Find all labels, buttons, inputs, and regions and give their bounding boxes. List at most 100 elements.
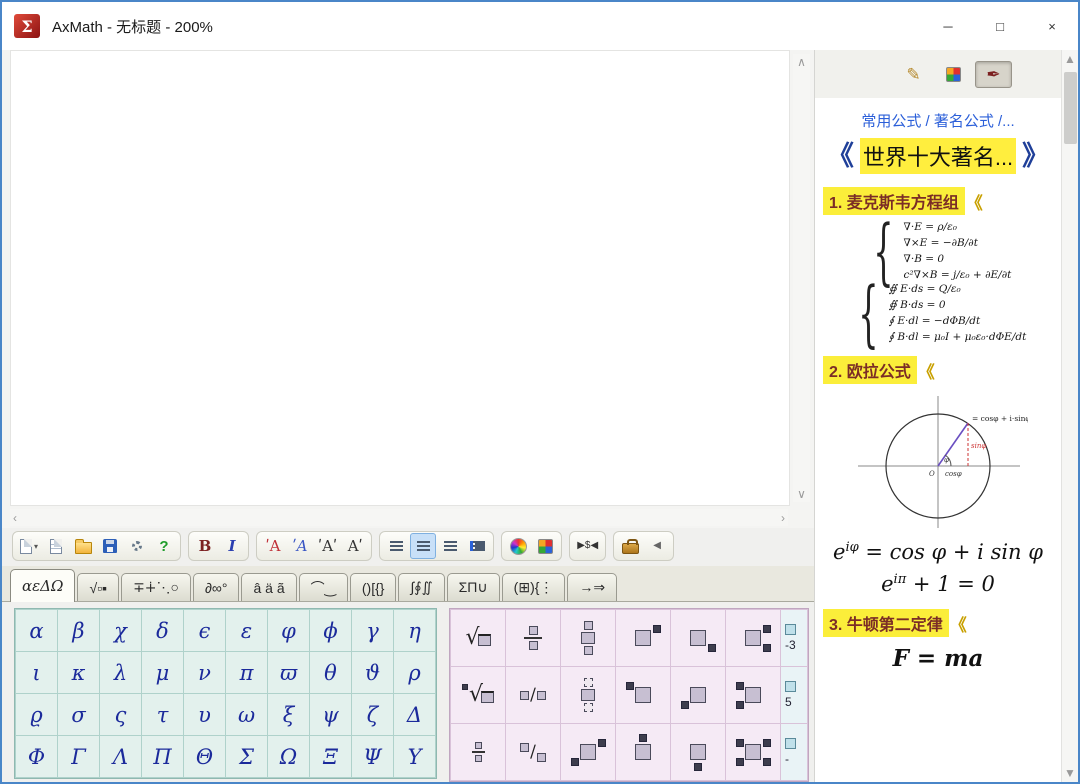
template-superscript[interactable] — [616, 610, 670, 666]
template-partial-1[interactable]: 5 — [781, 667, 807, 723]
greek-symbol-Φ[interactable]: Φ — [16, 736, 57, 777]
greek-symbol-κ[interactable]: κ — [58, 652, 99, 693]
template-fraction[interactable] — [506, 610, 560, 666]
greek-symbol-ς[interactable]: ς — [100, 694, 141, 735]
greek-symbol-Ξ[interactable]: Ξ — [310, 736, 351, 777]
panel-scroll-down-icon[interactable]: ▼ — [1064, 767, 1076, 779]
greek-symbol-Γ[interactable]: Γ — [58, 736, 99, 777]
greek-symbol-ϖ[interactable]: ϖ — [268, 652, 309, 693]
tab-fractions-roots[interactable]: √▫▪ — [77, 573, 120, 601]
open-button[interactable] — [70, 533, 96, 559]
greek-symbol-δ[interactable]: δ — [142, 610, 183, 651]
template-small-fraction[interactable] — [451, 724, 505, 780]
greek-symbol-ϑ[interactable]: ϑ — [352, 652, 393, 693]
tab-brackets[interactable]: ()[{} — [349, 573, 397, 601]
canvas-horizontal-scrollbar[interactable]: ‹ › — [10, 509, 788, 526]
greek-symbol-Θ[interactable]: Θ — [184, 736, 225, 777]
greek-symbol-υ[interactable]: υ — [184, 694, 225, 735]
greek-symbol-Λ[interactable]: Λ — [100, 736, 141, 777]
fit-width-button[interactable]: ▶$◀ — [573, 533, 602, 559]
tab-decorations[interactable]: ⌒‿ — [298, 573, 348, 601]
tab-greek[interactable]: αεΔΩ — [10, 569, 76, 602]
prev-category-button[interactable]: 《 — [827, 142, 854, 170]
align-right-button[interactable] — [437, 533, 463, 559]
greek-symbol-γ[interactable]: γ — [352, 610, 393, 651]
font-style-red-button[interactable]: ʹA — [260, 533, 286, 559]
breadcrumb[interactable]: 常用公式 / 著名公式 /... — [815, 110, 1061, 131]
greek-symbol-β[interactable]: β — [58, 610, 99, 651]
template-over-under[interactable] — [561, 610, 615, 666]
panel-scrollbar[interactable]: ▲ ▼ — [1061, 50, 1078, 782]
toolbox-button[interactable] — [617, 533, 643, 559]
new-from-template-button[interactable]: ▾ — [16, 533, 42, 559]
greek-symbol-τ[interactable]: τ — [142, 694, 183, 735]
greek-symbol-ξ[interactable]: ξ — [268, 694, 309, 735]
minimize-button[interactable]: ─ — [922, 2, 974, 50]
new-document-button[interactable] — [43, 533, 69, 559]
help-button[interactable]: ? — [151, 533, 177, 559]
template-underscript[interactable] — [671, 724, 725, 780]
tab-operators[interactable]: ∓∔⋱○ — [121, 573, 191, 601]
maximize-button[interactable]: □ — [974, 2, 1026, 50]
color-palette-button[interactable] — [532, 533, 558, 559]
close-button[interactable]: × — [1026, 2, 1078, 50]
scroll-up-icon[interactable]: ∧ — [797, 56, 806, 68]
scroll-down-icon[interactable]: ∨ — [797, 488, 806, 500]
greek-symbol-Ψ[interactable]: Ψ — [352, 736, 393, 777]
template-inline-division[interactable]: ∕ — [506, 667, 560, 723]
font-accent-right-button[interactable]: Aʹ — [342, 533, 368, 559]
collapse-button[interactable]: ◀ — [644, 533, 670, 559]
tab-accents[interactable]: â ä ã — [241, 573, 297, 601]
greek-symbol-ω[interactable]: ω — [226, 694, 267, 735]
greek-symbol-λ[interactable]: λ — [100, 652, 141, 693]
template-sub-superscript[interactable] — [726, 610, 780, 666]
template-pre-scripts[interactable] — [726, 667, 780, 723]
document-canvas[interactable] — [10, 50, 790, 506]
greek-symbol-ν[interactable]: ν — [184, 652, 225, 693]
greek-symbol-ι[interactable]: ι — [16, 652, 57, 693]
greek-symbol-Π[interactable]: Π — [142, 736, 183, 777]
greek-symbol-ψ[interactable]: ψ — [310, 694, 351, 735]
font-accent-both-button[interactable]: ʹAʹ — [314, 533, 341, 559]
greek-symbol-π[interactable]: π — [226, 652, 267, 693]
template-stack[interactable] — [561, 667, 615, 723]
settings-button[interactable] — [124, 533, 150, 559]
canvas-vertical-scrollbar[interactable]: ∧ ∨ — [793, 54, 810, 502]
tab-integrals[interactable]: ∫∮∬ — [398, 573, 445, 601]
section-header-euler[interactable]: 2. 欧拉公式 《 — [823, 356, 1061, 384]
template-pre-subscript[interactable] — [671, 667, 725, 723]
newton-formula-card[interactable]: F = ma — [815, 641, 1061, 672]
line-numbering-button[interactable] — [464, 533, 490, 559]
panel-scroll-thumb[interactable] — [1064, 72, 1077, 144]
align-left-button[interactable] — [383, 533, 409, 559]
italic-button[interactable]: I — [219, 533, 245, 559]
greek-symbol-η[interactable]: η — [394, 610, 435, 651]
template-slanted-fraction[interactable]: ∕ — [506, 724, 560, 780]
greek-symbol-σ[interactable]: σ — [58, 694, 99, 735]
next-category-button[interactable]: 》 — [1022, 142, 1049, 170]
section-header-maxwell[interactable]: 1. 麦克斯韦方程组 《 — [823, 187, 1061, 215]
tab-matrices[interactable]: (⊞){⋮ — [501, 573, 566, 601]
greek-symbol-α[interactable]: α — [16, 610, 57, 651]
greek-symbol-ϕ[interactable]: ϕ — [310, 610, 351, 651]
bold-button[interactable]: B — [192, 533, 218, 559]
template-pre-superscript[interactable] — [616, 667, 670, 723]
color-grid-button[interactable] — [935, 61, 972, 88]
greek-symbol-ϱ[interactable]: ϱ — [16, 694, 57, 735]
template-partial-0[interactable]: -3 — [781, 610, 807, 666]
handwriting-button[interactable]: ✎ — [895, 61, 932, 88]
template-subscript[interactable] — [671, 610, 725, 666]
template-all-scripts[interactable] — [726, 724, 780, 780]
color-wheel-button[interactable] — [505, 533, 531, 559]
greek-symbol-Ω[interactable]: Ω — [268, 736, 309, 777]
greek-symbol-ζ[interactable]: ζ — [352, 694, 393, 735]
template-overscript[interactable] — [616, 724, 670, 780]
greek-symbol-φ[interactable]: φ — [268, 610, 309, 651]
template-mixed-scripts[interactable] — [561, 724, 615, 780]
template-partial-2[interactable]: - — [781, 724, 807, 780]
euler-formula-card[interactable]: = cosφ + i·sinφ φ sinφ cosφ O eiφ = cos … — [815, 388, 1061, 596]
section-header-newton[interactable]: 3. 牛顿第二定律 《 — [823, 609, 1061, 637]
font-style-blue-button[interactable]: ʹA — [287, 533, 313, 559]
scroll-right-icon[interactable]: › — [781, 512, 785, 524]
template-sqrt[interactable]: √ — [451, 610, 505, 666]
